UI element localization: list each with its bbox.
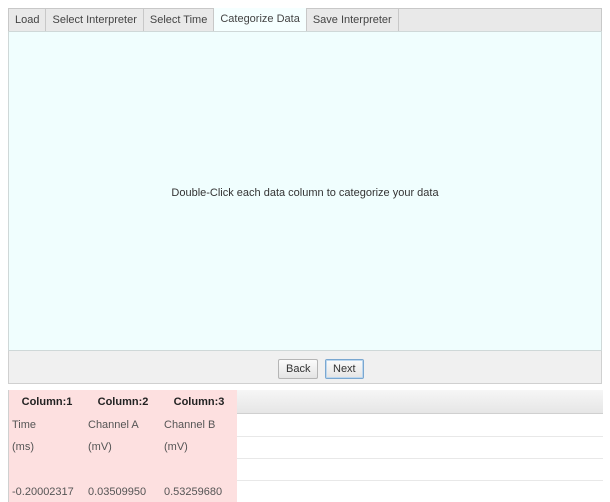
tab-select-interpreter[interactable]: Select Interpreter xyxy=(46,9,144,31)
tab-bar: Load Select Interpreter Select Time Cate… xyxy=(8,8,602,31)
app-window: Load Select Interpreter Select Time Cate… xyxy=(0,0,610,502)
row-divider xyxy=(237,458,603,459)
tab-categorize-data[interactable]: Categorize Data xyxy=(214,8,307,31)
column-header-2[interactable]: Column:2 xyxy=(85,390,161,414)
row-divider xyxy=(237,480,603,481)
grid-cell[interactable]: (mV) xyxy=(85,441,161,453)
back-button[interactable]: Back xyxy=(278,359,319,379)
grid-cell[interactable]: (mV) xyxy=(161,441,237,453)
tab-load[interactable]: Load xyxy=(9,9,47,31)
grid-cell[interactable]: -0.20002317 xyxy=(9,486,85,498)
button-bar: Back Next xyxy=(8,351,602,384)
grid-cell[interactable]: Channel B xyxy=(161,419,237,431)
instruction-text: Double-Click each data column to categor… xyxy=(171,187,439,199)
categorize-panel: Double-Click each data column to categor… xyxy=(8,31,602,351)
tab-save-interpreter[interactable]: Save Interpreter xyxy=(307,9,399,31)
row-divider xyxy=(237,436,603,437)
grid-cell[interactable]: 0.03509950 xyxy=(85,486,161,498)
grid-cell[interactable]: 0.53259680 xyxy=(161,486,237,498)
data-grid: Column:1 Column:2 Column:3 Time Channel … xyxy=(8,390,603,502)
grid-header: Column:1 Column:2 Column:3 xyxy=(9,390,603,414)
next-button[interactable]: Next xyxy=(325,359,364,379)
grid-cell[interactable]: Channel A xyxy=(85,419,161,431)
column-header-1[interactable]: Column:1 xyxy=(9,390,85,414)
column-header-3[interactable]: Column:3 xyxy=(161,390,237,414)
grid-cell[interactable]: Time xyxy=(9,419,85,431)
grid-cell[interactable]: (ms) xyxy=(9,441,85,453)
tab-select-time[interactable]: Select Time xyxy=(144,9,215,31)
